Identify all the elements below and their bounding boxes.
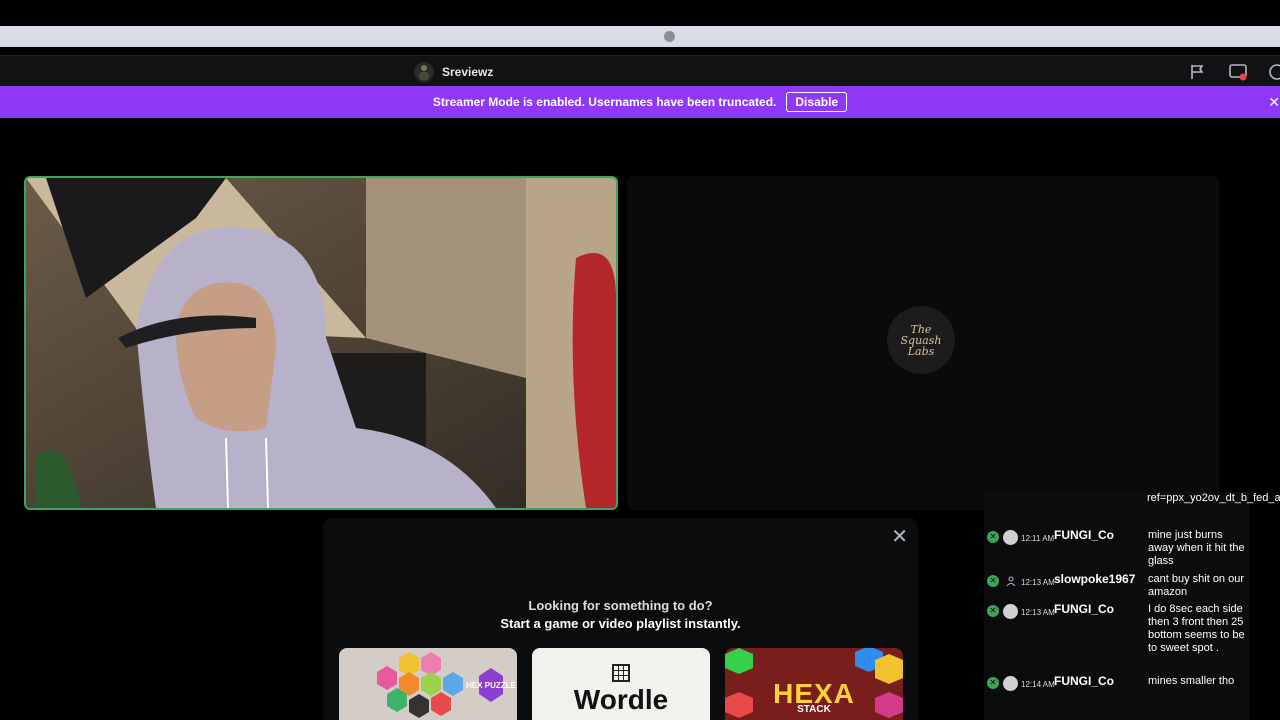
chat-text: mine just burns away when it hit the gla… [1148, 529, 1245, 567]
help-icon[interactable] [1268, 63, 1280, 81]
username-label: Sreviewz [442, 65, 494, 79]
screen-share-icon[interactable] [1229, 63, 1247, 81]
logo-line-3: Labs [907, 344, 935, 358]
user-avatar [414, 62, 434, 82]
activity-card-hexa-stack[interactable]: HEXA STACK [725, 648, 903, 720]
avatar [1003, 676, 1018, 691]
hexa-subtitle: STACK [797, 704, 831, 715]
chat-fragment: ref=ppx_yo2ov_dt_b_fed_asin_title [1147, 492, 1280, 504]
chat-text: mines smaller tho [1148, 675, 1235, 687]
top-strip [0, 0, 1280, 26]
chat-username: FUNGI_Co [1054, 602, 1114, 616]
squash-labs-logo: The Squash Labs [887, 306, 955, 374]
streamer-mode-banner: Streamer Mode is enabled. Usernames have… [0, 86, 1280, 118]
channel-user[interactable]: Sreviewz [414, 62, 493, 82]
chat-overlay: ref=ppx_yo2ov_dt_b_fed_asin_title ✕ 12:1… [984, 492, 1280, 720]
chat-username: FUNGI_Co [1054, 528, 1114, 542]
title-bar: Sreviewz [0, 55, 1280, 87]
banner-close-icon[interactable]: ✕ [1268, 94, 1280, 111]
platform-badge-icon: ✕ [987, 677, 999, 689]
platform-badge-icon: ✕ [987, 531, 999, 543]
chat-time: 12:11 AM [1021, 534, 1055, 543]
activity-card-hex-puzzle[interactable]: HEX PUZZLE [339, 648, 517, 720]
wordle-grid-icon [612, 664, 630, 682]
wordle-title: Wordle [573, 684, 669, 715]
hex-puzzle-art: HEX PUZZLE [377, 652, 517, 718]
platform-badge-icon: ✕ [987, 575, 999, 587]
chat-username: slowpoke1967 [1054, 572, 1136, 586]
chat-time: 12:13 AM [1021, 578, 1055, 587]
flag-icon[interactable] [1189, 63, 1207, 81]
banner-message: Streamer Mode is enabled. Usernames have… [432, 95, 777, 109]
avatar [1003, 604, 1018, 619]
platform-badge-icon: ✕ [987, 605, 999, 617]
chat-time: 12:13 AM [1021, 608, 1055, 617]
camera-video-tile[interactable] [24, 176, 618, 510]
chat-text: I do 8sec each side then 3 front then 25… [1148, 603, 1245, 654]
hex-puzzle-title: HEX PUZZLE [466, 681, 516, 690]
webcam-feed-image [26, 178, 616, 508]
camera-dot-icon [664, 31, 675, 42]
logo-line-2: Squash [900, 333, 942, 347]
activity-launcher-panel: ✕ Looking for something to do? Start a g… [323, 518, 918, 720]
activity-subheading: Start a game or video playlist instantly… [500, 616, 741, 631]
close-icon[interactable]: ✕ [891, 524, 908, 549]
chat-text: cant buy shit on our amazon [1148, 573, 1245, 598]
person-icon [1006, 576, 1016, 586]
logo-line-1: The [910, 322, 932, 336]
browser-bar [0, 26, 1280, 47]
disable-button[interactable]: Disable [786, 92, 848, 112]
person-icon [419, 65, 429, 80]
activity-heading: Looking for something to do? [528, 598, 713, 613]
activity-card-wordle[interactable]: Wordle [532, 648, 710, 720]
chat-time: 12:14 AM [1021, 680, 1055, 689]
chat-username: FUNGI_Co [1054, 674, 1114, 688]
avatar [1003, 530, 1018, 545]
